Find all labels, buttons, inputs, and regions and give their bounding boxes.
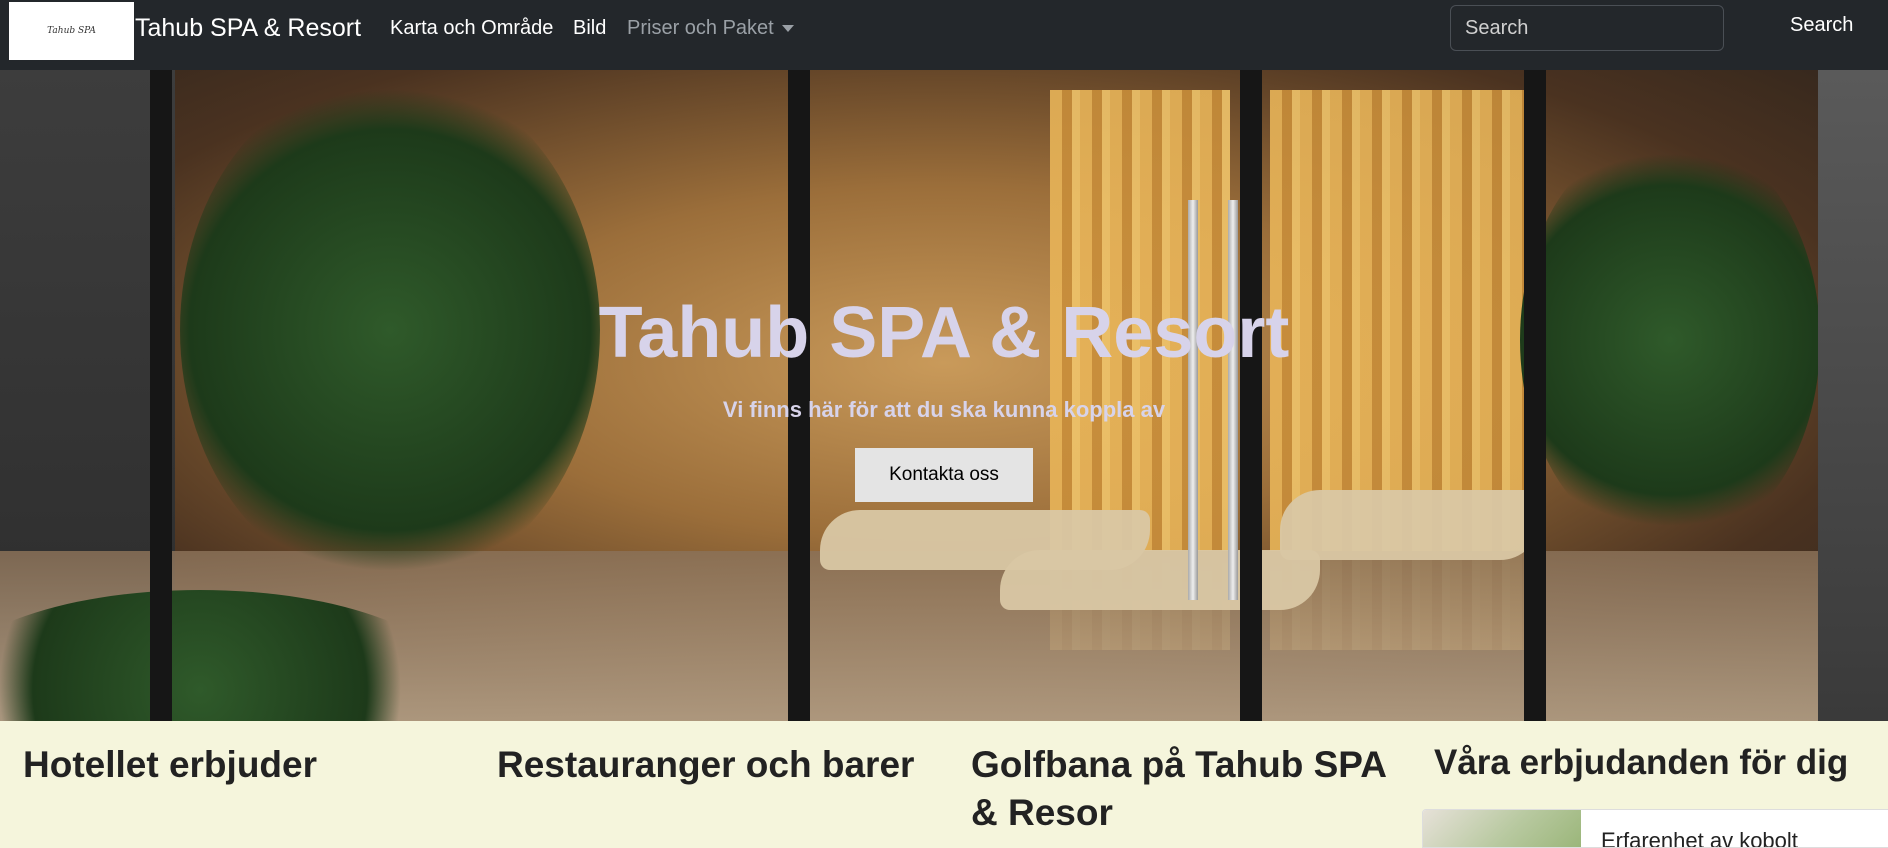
- section-title-golf: Golfbana på Tahub SPA & Resor: [971, 744, 1386, 833]
- offer-title: Erfarenhet av kobolt: [1601, 828, 1798, 848]
- hero-banner: Tahub SPA & Resort Vi finns här för att …: [0, 70, 1888, 721]
- logo-text: Tahub SPA: [47, 26, 96, 36]
- hero-frame: [788, 70, 810, 721]
- offer-image: [1423, 810, 1581, 847]
- section-title-hotel: Hotellet erbjuder: [23, 744, 317, 785]
- nav-dropdown-label: Priser och Paket: [627, 17, 774, 39]
- search-input[interactable]: [1450, 5, 1724, 51]
- hero-wall-right: [1818, 70, 1888, 721]
- hero-lounger: [1000, 550, 1320, 610]
- nav-link-karta[interactable]: Karta och Område: [390, 17, 553, 40]
- top-navbar: Tahub SPA Tahub SPA & Resort Karta och O…: [0, 0, 1888, 70]
- brand-name[interactable]: Tahub SPA & Resort: [135, 14, 361, 43]
- caret-down-icon: [781, 25, 794, 33]
- hero-title: Tahub SPA & Resort: [598, 293, 1290, 373]
- section-title-restaurants: Restauranger och barer: [497, 744, 915, 785]
- hero-subtitle: Vi finns här för att du ska kunna koppla…: [722, 397, 1166, 422]
- hero-frame: [1524, 70, 1546, 721]
- offer-card[interactable]: Erfarenhet av kobolt: [1422, 809, 1888, 848]
- section-title-offers: Våra erbjudanden för dig: [1434, 743, 1849, 782]
- hero-lounger: [1280, 490, 1540, 560]
- nav-dropdown-priser[interactable]: Priser och Paket: [627, 17, 794, 40]
- nav-link-bild[interactable]: Bild: [573, 17, 606, 40]
- search-button[interactable]: Search: [1790, 14, 1853, 37]
- hero-frame: [1240, 70, 1262, 721]
- brand-logo[interactable]: Tahub SPA: [9, 2, 134, 60]
- hero-frame: [150, 70, 172, 721]
- contact-button[interactable]: Kontakta oss: [855, 448, 1033, 502]
